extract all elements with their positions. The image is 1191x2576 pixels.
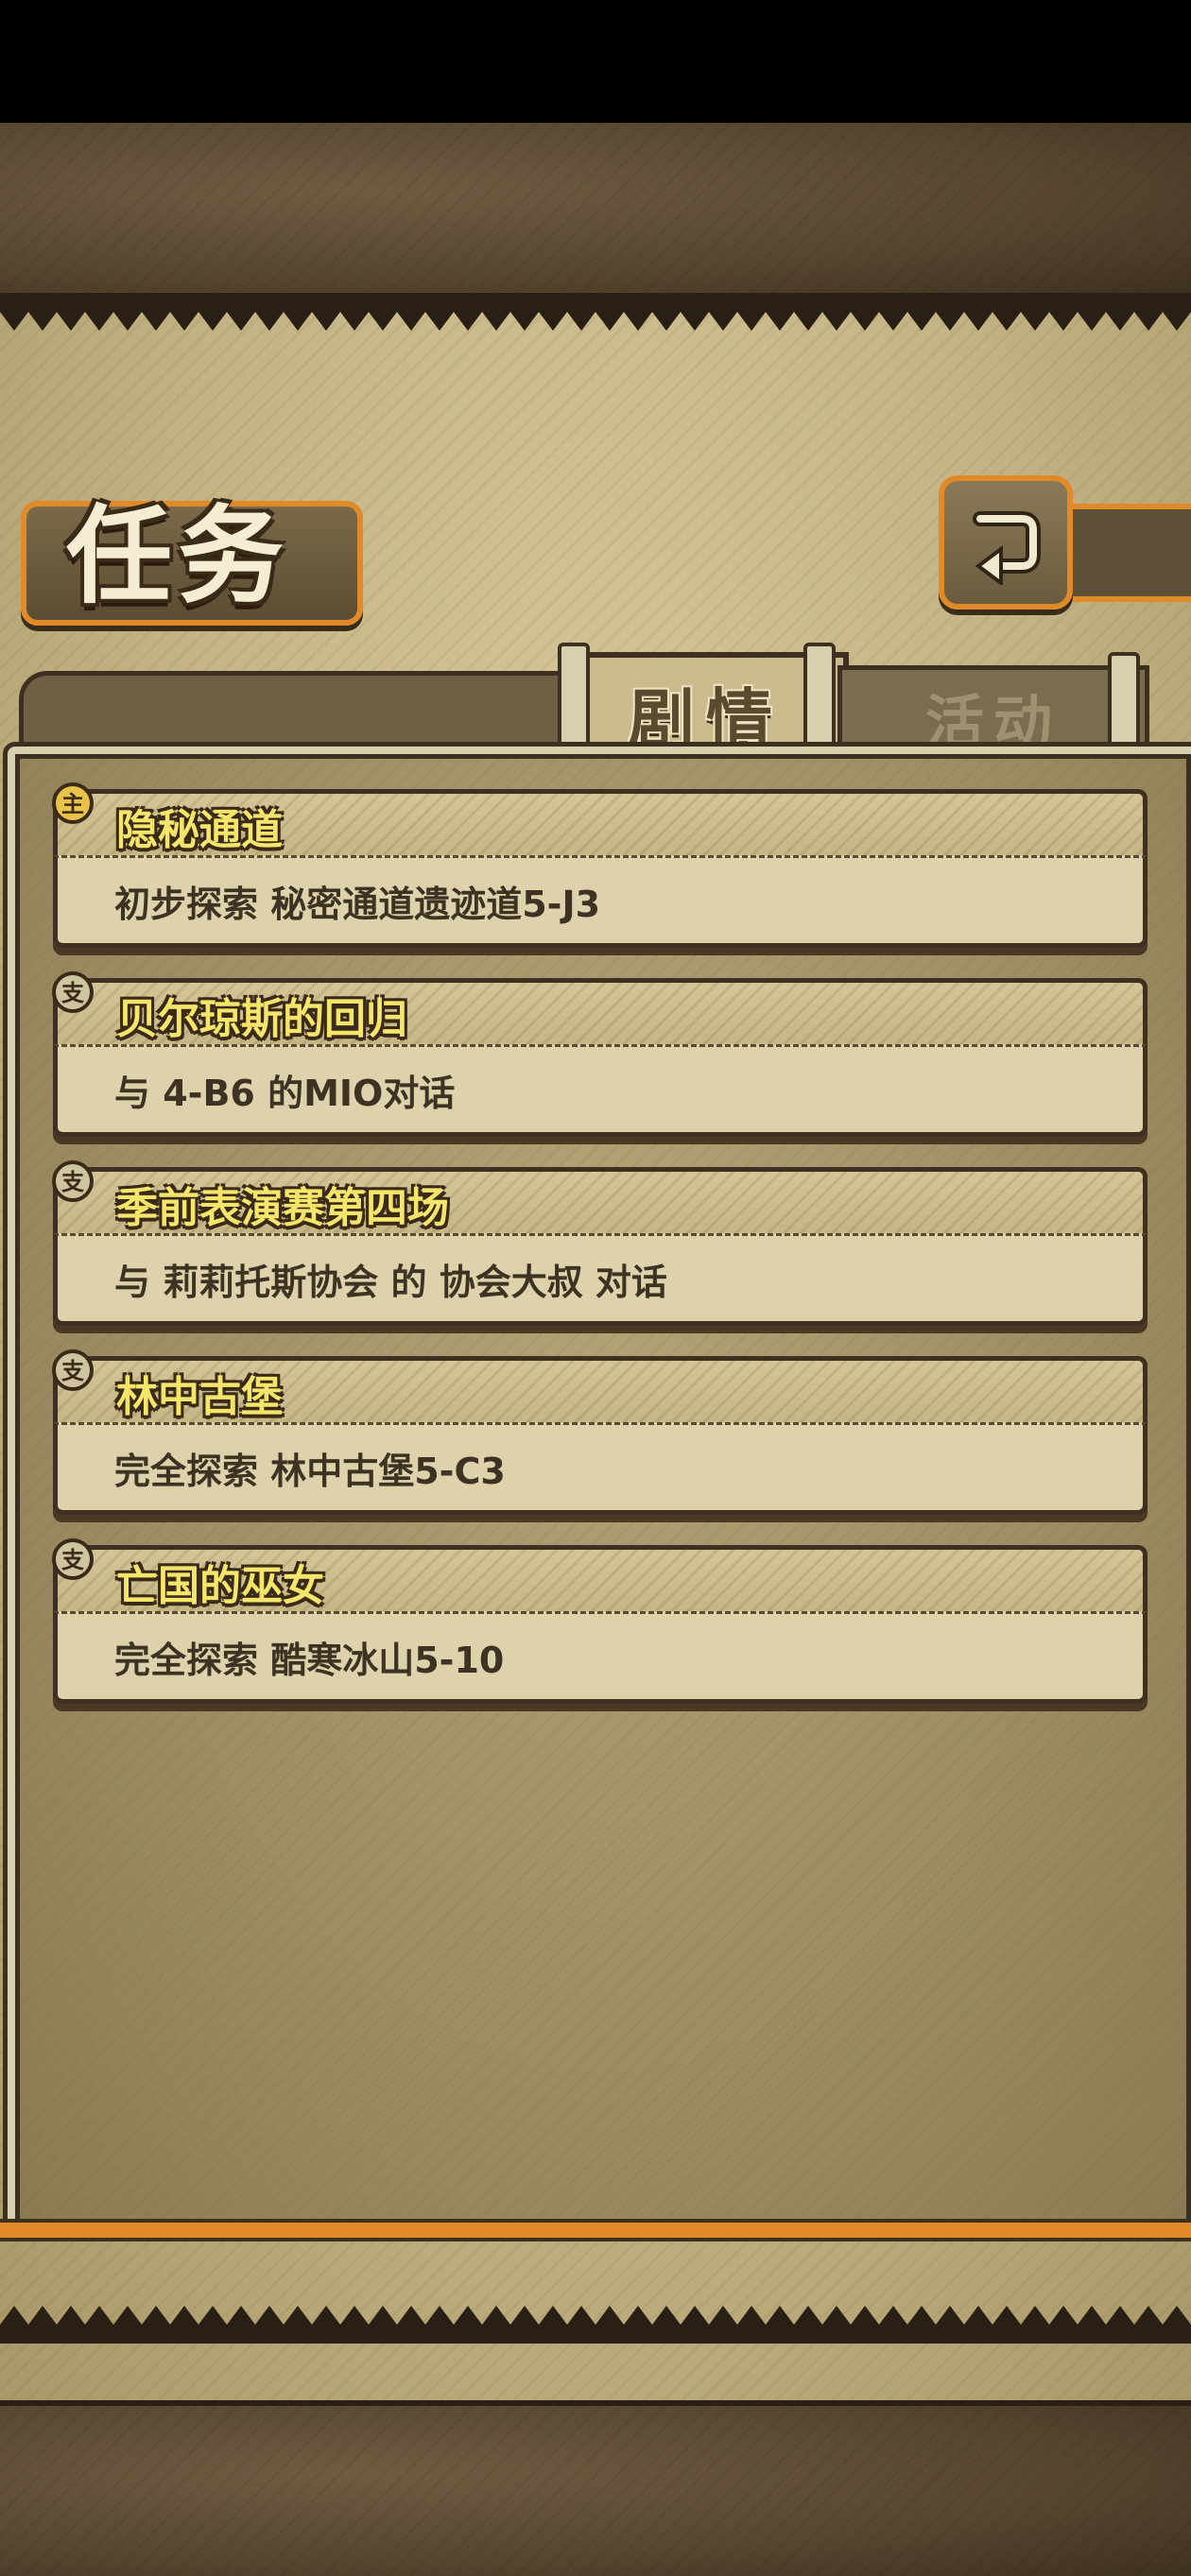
- quest-title: 贝尔琼斯的回归: [116, 995, 407, 1043]
- quest-badge-label: 支: [61, 1358, 85, 1384]
- quest-badge-label: 主: [61, 791, 84, 817]
- quest-body: 初步探索 秘密通道遗迹道5-J3: [53, 855, 1148, 948]
- map-banner-top: [0, 123, 1191, 299]
- map-banner-bottom: [0, 2400, 1191, 2576]
- quest-description: 初步探索 秘密通道遗迹道5-J3: [114, 884, 601, 925]
- quest-title: 隐秘通道: [116, 806, 283, 854]
- quest-title: 林中古堡: [116, 1373, 283, 1421]
- back-arrow-icon: [973, 511, 1041, 585]
- quest-description: 与 4-B6 的MIO对话: [114, 1073, 456, 1114]
- quest-badge-label: 支: [61, 1547, 85, 1573]
- zigzag-edge-bottom: [0, 2306, 1191, 2344]
- main-quest-badge-icon: 主: [52, 782, 94, 824]
- quest-body: 完全探索 林中古堡5-C3: [53, 1422, 1148, 1515]
- quest-header: 亡国的巫女: [53, 1545, 1148, 1616]
- quest-description: 完全探索 林中古堡5-C3: [114, 1451, 506, 1492]
- quest-header: 隐秘通道: [53, 789, 1148, 860]
- quest-header: 贝尔琼斯的回归: [53, 978, 1148, 1049]
- quest-badge-label: 支: [61, 1169, 85, 1195]
- back-button[interactable]: [939, 475, 1073, 610]
- quest-item[interactable]: 林中古堡 完全探索 林中古堡5-C3 支: [52, 1349, 1148, 1517]
- zigzag-edge-top: [0, 293, 1191, 331]
- quest-item[interactable]: 隐秘通道 初步探索 秘密通道遗迹道5-J3 主: [52, 782, 1148, 950]
- quest-header: 季前表演赛第四场: [53, 1167, 1148, 1238]
- quest-item[interactable]: 亡国的巫女 完全探索 酷寒冰山5-10 支: [52, 1538, 1148, 1706]
- quest-item[interactable]: 贝尔琼斯的回归 与 4-B6 的MIO对话 支: [52, 971, 1148, 1139]
- quest-description: 完全探索 酷寒冰山5-10: [114, 1640, 505, 1681]
- quest-header: 林中古堡: [53, 1356, 1148, 1427]
- quest-badge-label: 支: [61, 980, 85, 1006]
- side-quest-badge-icon: 支: [52, 1160, 94, 1202]
- back-button-group[interactable]: [931, 468, 1191, 619]
- quest-item[interactable]: 季前表演赛第四场 与 莉莉托斯协会 的 协会大叔 对话 支: [52, 1160, 1148, 1328]
- quest-body: 与 4-B6 的MIO对话: [53, 1044, 1148, 1137]
- quest-title: 季前表演赛第四场: [116, 1184, 449, 1232]
- quest-body: 完全探索 酷寒冰山5-10: [53, 1611, 1148, 1704]
- panel-bottom-rail: [0, 2219, 1191, 2241]
- page-title: 任务: [66, 495, 289, 618]
- side-quest-badge-icon: 支: [52, 1538, 94, 1580]
- quest-description: 与 莉莉托斯协会 的 协会大叔 对话: [114, 1262, 667, 1303]
- status-bar-area: [0, 0, 1191, 123]
- quest-body: 与 莉莉托斯协会 的 协会大叔 对话: [53, 1233, 1148, 1326]
- quest-title: 亡国的巫女: [116, 1562, 324, 1610]
- side-quest-badge-icon: 支: [52, 1349, 94, 1391]
- side-quest-badge-icon: 支: [52, 971, 94, 1013]
